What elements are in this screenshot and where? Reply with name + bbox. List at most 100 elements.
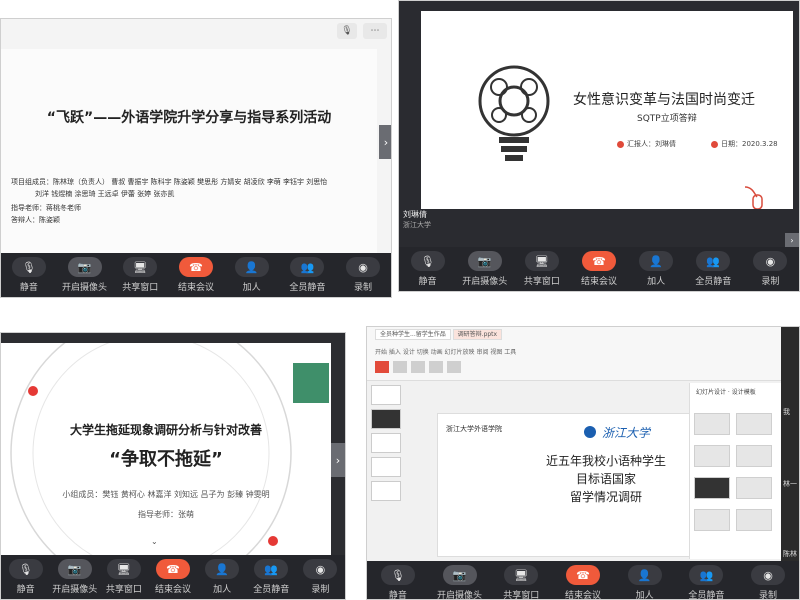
template-card[interactable]	[736, 445, 772, 467]
slide-university: 浙江大学	[602, 426, 651, 440]
design-panel: 幻灯片设计 · 设计模板	[689, 383, 781, 559]
meeting-window-3: 大学生拖延现象调研分析与针对改善 “争取不拖延” 小组成员：樊钰 黄柯心 林嘉洋…	[0, 332, 346, 600]
meeting-toolbar: 🎙 静音 📷 开启摄像头 🖥 共享窗口 ☎ 结束会议 👤 加人 👥 全员静音 ◉ 录制	[367, 561, 799, 599]
end-meeting-button[interactable]: ☎ 结束会议	[148, 559, 197, 595]
tool-icon[interactable]	[393, 361, 407, 373]
meeting-window-1: 🎙 ⋯ “飞跃”——外语学院升学分享与指导系列活动 项目组成员：陈林琼（负责人）…	[0, 18, 392, 298]
add-person-button[interactable]: 👤 加人	[631, 251, 681, 287]
slide-members: 项目组成员：陈林琼（负责人） 曹叔 曹振宇 陈科宇 陈姿颖 樊思彤 方婧安 胡凌…	[11, 178, 328, 186]
mic-icon: 🎙	[410, 251, 445, 271]
template-card[interactable]	[736, 477, 772, 499]
participant-tile[interactable]: 刘琳倩 浙江大学	[399, 209, 459, 230]
tool-icon[interactable]	[447, 361, 461, 373]
end-meeting-button[interactable]: ☎ 结束会议	[171, 257, 221, 293]
record-button[interactable]: ◉ 录制	[338, 257, 388, 293]
camera-button[interactable]: 📷 开启摄像头	[460, 251, 510, 287]
tool-icon[interactable]	[429, 361, 443, 373]
template-card[interactable]	[694, 509, 730, 531]
slide-subtitle: SQTP立项答辩	[637, 114, 697, 124]
camera-button[interactable]: 📷 开启摄像头	[60, 257, 110, 293]
mute-all-button[interactable]: 👥 全员静音	[282, 257, 332, 293]
mute-button[interactable]: 🎙 静音	[1, 559, 50, 595]
paste-icon[interactable]	[375, 361, 389, 373]
add-person-icon: 👤	[234, 257, 269, 277]
end-meeting-button[interactable]: ☎ 结束会议	[558, 565, 608, 599]
camera-icon: 📷	[67, 257, 102, 277]
next-arrow-icon[interactable]: ›	[379, 125, 391, 159]
template-card[interactable]	[694, 445, 730, 467]
hangup-icon: ☎	[581, 251, 616, 271]
template-card[interactable]	[736, 413, 772, 435]
chevron-down-icon[interactable]: ⌄	[151, 537, 158, 546]
slide-thumbnail[interactable]	[371, 481, 401, 501]
camera-icon: 📷	[467, 251, 502, 271]
mute-button[interactable]: 🎙 静音	[403, 251, 453, 287]
camera-button[interactable]: 📷 开启摄像头	[50, 559, 99, 595]
wps-ribbon: 全员种学生...留学生作品 调研答辩.pptx 开始 插入 设计 切换 动画 幻…	[367, 327, 781, 381]
slide-title: 女性意识变革与法国时尚变迁	[573, 92, 755, 108]
slide-thumbnail[interactable]	[371, 385, 401, 405]
share-button[interactable]: 🖥 共享窗口	[517, 251, 567, 287]
participant-name[interactable]: 我	[783, 407, 790, 417]
mic-icon: 🎙	[11, 257, 46, 277]
mute-button[interactable]: 🎙 静音	[4, 257, 54, 293]
hangup-icon: ☎	[155, 559, 190, 579]
bullet-icon	[711, 140, 718, 148]
presentation-slide: 大学生拖延现象调研分析与针对改善 “争取不拖延” 小组成员：樊钰 黄柯心 林嘉洋…	[1, 343, 331, 559]
participant-name[interactable]: 林一	[783, 479, 797, 489]
end-meeting-button[interactable]: ☎ 结束会议	[574, 251, 624, 287]
tool-icon[interactable]	[411, 361, 425, 373]
camera-icon: 📷	[442, 565, 477, 585]
camera-button[interactable]: 📷 开启摄像头	[435, 565, 485, 599]
mute-button[interactable]: 🎙 静音	[373, 565, 423, 599]
slide-title: “飞跃”——外语学院升学分享与指导系列活动	[46, 110, 332, 126]
next-arrow-icon[interactable]: ›	[331, 443, 345, 477]
shared-screen: 🎙 ⋯ “飞跃”——外语学院升学分享与指导系列活动 项目组成员：陈林琼（负责人）…	[1, 19, 391, 255]
screen-share-icon: 🖥	[524, 251, 559, 271]
mute-all-icon: 👥	[689, 565, 724, 585]
slide-members-cont: 刘洋 钱煜楠 涂思琦 王远卓 伊蕾 张婷 张亦凯	[35, 190, 175, 198]
add-person-button[interactable]: 👤 加人	[620, 565, 670, 599]
record-button[interactable]: ◉ 录制	[296, 559, 345, 595]
meeting-toolbar: 🎙 静音 📷 开启摄像头 🖥 共享窗口 ☎ 结束会议 👤 加人 👥 全员静音 ◉ 录制	[1, 555, 345, 599]
record-button[interactable]: ◉ 录制	[743, 565, 793, 599]
camera-icon: 📷	[57, 559, 92, 579]
participant-name[interactable]: 陈林	[783, 549, 797, 559]
participant-org: 浙江大学	[403, 221, 431, 229]
slide-thumbnail[interactable]	[371, 457, 401, 477]
mute-all-icon: 👥	[290, 257, 325, 277]
slide-speaker: 答辩人：陈姿颖	[11, 216, 60, 224]
mic-mini-icon[interactable]: 🎙	[337, 23, 357, 39]
record-button[interactable]: ◉ 录制	[745, 251, 795, 287]
more-icon[interactable]: ⋯	[363, 23, 387, 39]
add-person-button[interactable]: 👤 加人	[227, 257, 277, 293]
slide-slogan: “争取不拖延”	[109, 449, 223, 470]
template-card[interactable]	[694, 413, 730, 435]
ribbon-menu[interactable]: 开始 插入 设计 切换 动画 幻灯片放映 审阅 视图 工具	[375, 347, 516, 356]
slide-thumbnail[interactable]	[371, 433, 401, 453]
chevron-icon[interactable]: ›	[785, 233, 799, 247]
share-button[interactable]: 🖥 共享窗口	[496, 565, 546, 599]
participant-name: 刘琳倩	[403, 210, 427, 219]
slide-thumbnail[interactable]	[371, 409, 401, 429]
share-button[interactable]: 🖥 共享窗口	[115, 257, 165, 293]
mic-icon: 🎙	[380, 565, 415, 585]
template-card[interactable]	[694, 477, 730, 499]
tab-doc-1[interactable]: 全员种学生...留学生作品	[375, 329, 451, 340]
add-person-icon: 👤	[627, 565, 662, 585]
meeting-toolbar: 🎙 静音 📷 开启摄像头 🖥 共享窗口 ☎ 结束会议 👤 加人 👥 全员静音 ◉ 录制	[399, 247, 799, 291]
presentation-slide: 女性意识变革与法国时尚变迁 SQTP立项答辩 汇报人：刘琳倩 日期：2020.3…	[421, 11, 793, 209]
lightbulb-gears-icon	[478, 65, 550, 161]
template-card[interactable]	[736, 509, 772, 531]
mute-all-button[interactable]: 👥 全员静音	[247, 559, 296, 595]
mouse-icon	[744, 186, 763, 209]
share-button[interactable]: 🖥 共享窗口	[99, 559, 148, 595]
add-person-button[interactable]: 👤 加人	[198, 559, 247, 595]
mute-all-button[interactable]: 👥 全员静音	[688, 251, 738, 287]
mute-all-icon: 👥	[254, 559, 289, 579]
mute-all-button[interactable]: 👥 全员静音	[681, 565, 731, 599]
ribbon-toolbar	[375, 361, 755, 375]
slide-advisor: 指导老师：张萌	[138, 510, 194, 519]
mute-all-icon: 👥	[696, 251, 731, 271]
tab-doc-2[interactable]: 调研答辩.pptx	[452, 329, 503, 340]
